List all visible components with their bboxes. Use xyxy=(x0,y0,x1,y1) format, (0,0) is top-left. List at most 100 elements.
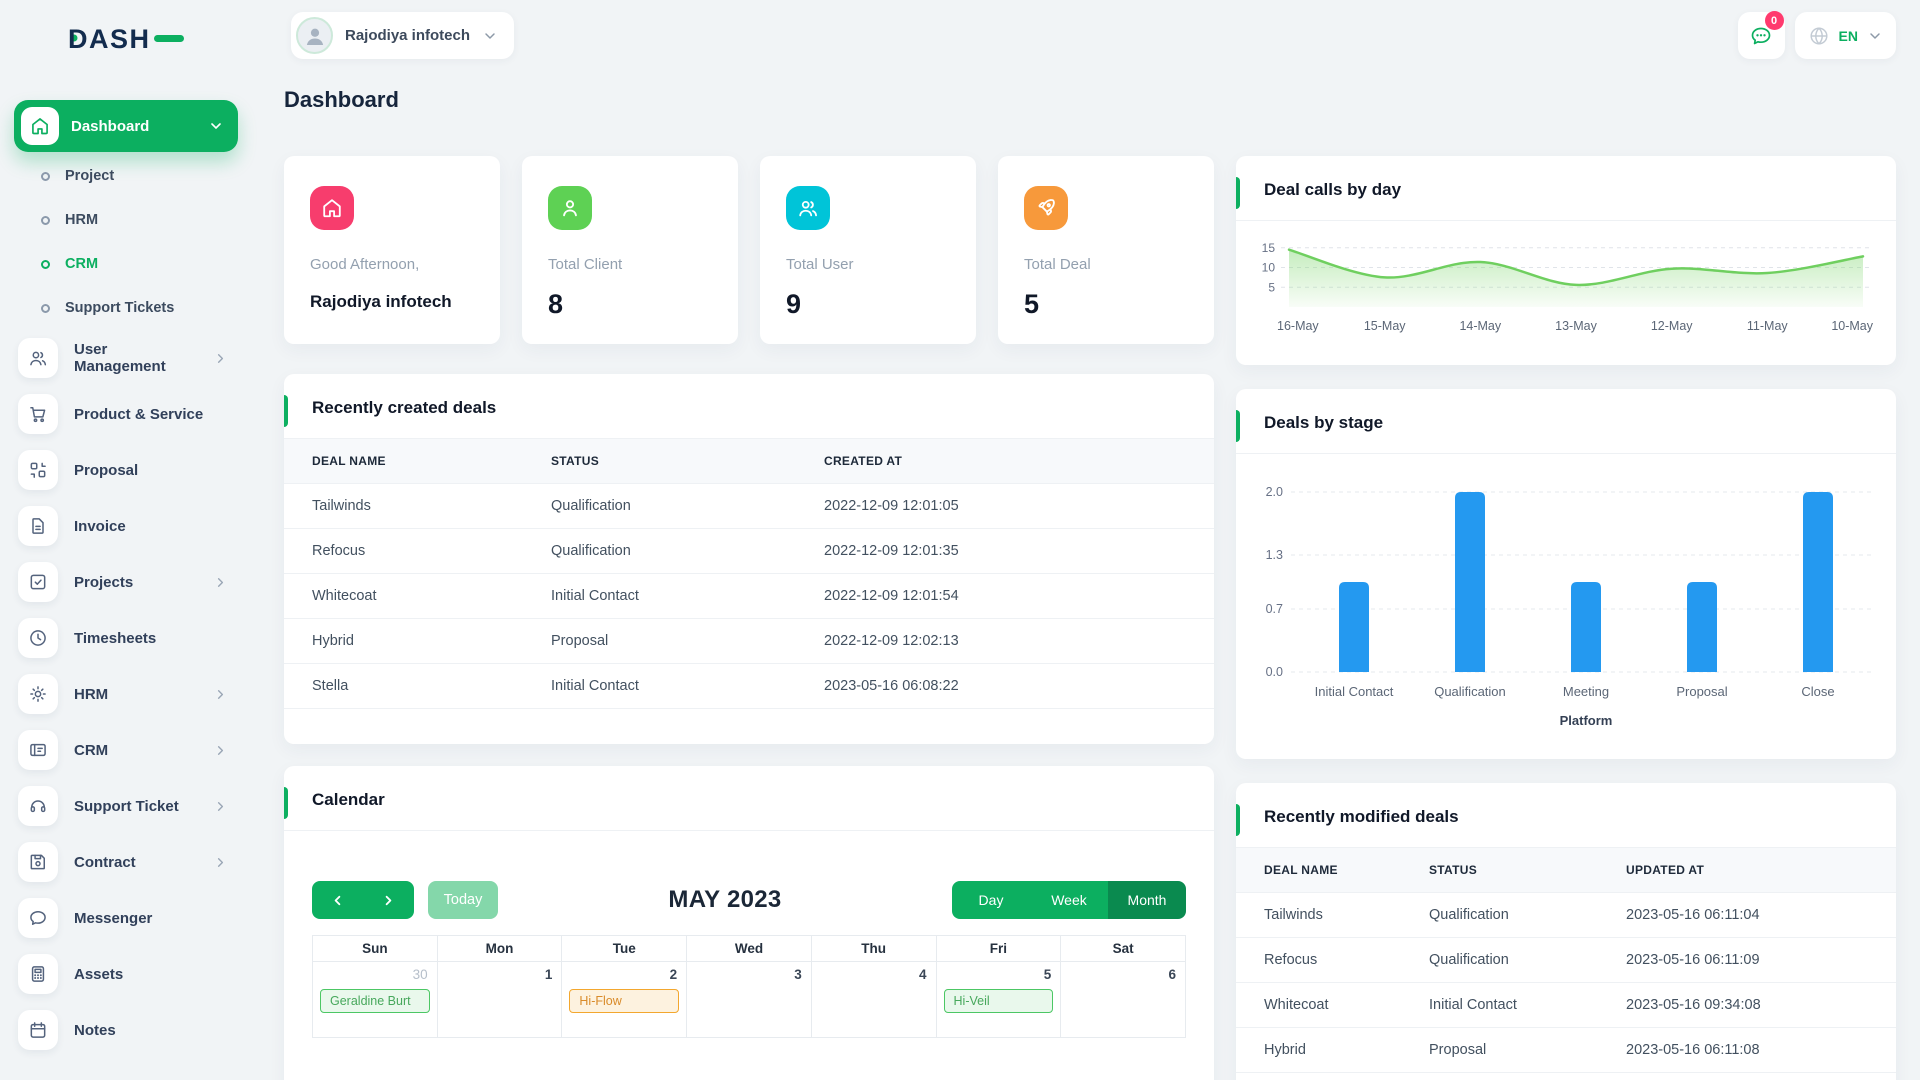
sidebar-item-label: Projects xyxy=(74,573,134,591)
calendar-day-cell[interactable]: 4 xyxy=(810,961,937,1038)
sidebar-subitem-support-tickets[interactable]: Support Tickets xyxy=(0,286,240,330)
table-row: Whitecoat Initial Contact 2022-12-09 12:01… xyxy=(284,573,1214,619)
language-dropdown[interactable]: EN xyxy=(1794,12,1896,59)
table-cell: 2023-05-16 06:11:08 xyxy=(1626,1027,1896,1073)
svg-text:10-May: 10-May xyxy=(1831,319,1873,333)
workspace-dropdown[interactable]: Rajodiya infotech xyxy=(291,12,515,59)
bullet-icon xyxy=(41,259,50,269)
divider xyxy=(1236,220,1896,221)
table-cell: 2023-05-16 09:34:08 xyxy=(1626,982,1896,1028)
calendar-day-cell[interactable]: 3 xyxy=(686,961,812,1038)
home-icon xyxy=(21,107,59,145)
stat-cards-row: Good Afternoon, Rajodiya infotech Total Cl… xyxy=(284,156,1214,344)
sidebar-menu: User Management Product & Service Proposal… xyxy=(0,330,240,1058)
sidebar-item-support-ticket[interactable]: Support Ticket xyxy=(18,778,228,834)
table-row: Refocus Qualification 2023-05-16 06:11:09 xyxy=(1236,937,1896,983)
sidebar-item-hrm[interactable]: HRM xyxy=(18,666,228,722)
top-bar-actions: 0 EN xyxy=(1737,11,1896,59)
sidebar-item-notes[interactable]: Notes xyxy=(18,1002,228,1058)
brand-logo[interactable]: DASH xyxy=(66,22,240,61)
headset-icon xyxy=(18,786,58,826)
calendar-view-day[interactable]: Day xyxy=(952,881,1030,919)
recently-created-deals-card: Recently created deals DEAL NAME STATUS CR… xyxy=(284,374,1214,744)
stat-card-total-deal: Total Deal 5 xyxy=(998,156,1214,344)
table-cell: Tailwinds xyxy=(284,483,551,529)
calendar-view-month[interactable]: Month xyxy=(1108,881,1186,919)
chevron-right-icon xyxy=(381,893,396,908)
sidebar-subitem-crm[interactable]: CRM xyxy=(0,242,240,286)
calendar-event[interactable]: Hi-Veil xyxy=(943,989,1054,1013)
bullet-icon xyxy=(41,215,50,225)
calendar-day-cell[interactable]: 30 Geraldine Burt xyxy=(312,961,438,1038)
sidebar-item-invoice[interactable]: Invoice xyxy=(18,498,228,554)
sidebar-item-assets[interactable]: Assets xyxy=(18,946,228,1002)
calendar-today-button[interactable]: Today xyxy=(428,881,498,919)
sidebar-subitem-project[interactable]: Project xyxy=(0,154,240,198)
card-title: Calendar xyxy=(312,790,385,809)
calendar-nav-group xyxy=(312,881,414,919)
qr-icon xyxy=(18,450,58,490)
calendar-dow-sat: Sat xyxy=(1060,935,1186,962)
table-cell: Whitecoat xyxy=(284,573,551,619)
sidebar-item-label: Proposal xyxy=(74,461,139,479)
sidebar-item-label: Notes xyxy=(74,1021,116,1039)
user-icon xyxy=(548,186,592,230)
sidebar-item-contract[interactable]: Contract xyxy=(18,834,228,890)
sidebar-subitem-hrm[interactable]: HRM xyxy=(0,198,240,242)
table-cell: 2022-12-09 12:02:13 xyxy=(824,618,1214,664)
deals-by-stage-bar-chart: 2.0 1.3 0.7 0.0 Initial Contact Qualification… xyxy=(1266,485,1873,728)
svg-text:1.3: 1.3 xyxy=(1266,548,1283,562)
sidebar-item-proposal[interactable]: Proposal xyxy=(18,442,228,498)
calendar-day-cell[interactable]: 5 Hi-Veil xyxy=(935,961,1062,1038)
sidebar-item-label: Assets xyxy=(74,965,124,983)
stat-card-total-user: Total User 9 xyxy=(760,156,976,344)
stat-card-total-client: Total Client 8 xyxy=(522,156,738,344)
table-cell: 2022-12-09 12:01:35 xyxy=(824,528,1214,574)
table-cell: Qualification xyxy=(551,528,824,574)
calendar-day-cell[interactable]: 6 xyxy=(1060,961,1186,1038)
stat-card-label: Total Client xyxy=(548,256,623,273)
table-cell: Initial Contact xyxy=(1429,982,1626,1028)
calendar-day-cell[interactable]: 2 Hi-Flow xyxy=(561,961,688,1038)
table-cell: 2023-05-16 06:11:09 xyxy=(1626,937,1896,983)
calendar-prev-button[interactable] xyxy=(312,881,363,919)
calendar-day-cell[interactable]: 1 xyxy=(436,961,563,1038)
column-header: UPDATED AT xyxy=(1626,848,1896,893)
rocket-icon xyxy=(1024,186,1068,230)
sidebar-subitem-label: HRM xyxy=(65,212,99,228)
sidebar-item-product-service[interactable]: Product & Service xyxy=(18,386,228,442)
messages-button[interactable]: 0 xyxy=(1737,11,1785,59)
svg-text:Qualification: Qualification xyxy=(1434,684,1506,699)
table-cell: Refocus xyxy=(1236,937,1429,983)
calendar-event[interactable]: Geraldine Burt xyxy=(320,989,430,1013)
svg-text:0.0: 0.0 xyxy=(1266,665,1283,679)
sidebar-item-dashboard[interactable]: Dashboard xyxy=(14,100,238,152)
calendar-icon xyxy=(18,1010,58,1050)
save-icon xyxy=(18,842,58,882)
svg-text:Platform: Platform xyxy=(1560,713,1613,728)
calendar-view-week[interactable]: Week xyxy=(1030,881,1108,919)
table-cell: Proposal xyxy=(551,618,824,664)
file-icon xyxy=(18,506,58,546)
stat-card-good-afternoon: Good Afternoon, Rajodiya infotech xyxy=(284,156,500,344)
sidebar-item-crm[interactable]: CRM xyxy=(18,722,228,778)
table-row: Hybrid Proposal 2022-12-09 12:02:13 xyxy=(284,618,1214,664)
recently-modified-deals-card: Recently modified deals DEAL NAME STATUS U… xyxy=(1236,783,1896,1080)
calendar-event[interactable]: Hi-Flow xyxy=(569,989,680,1013)
stat-card-label: Good Afternoon, xyxy=(310,256,420,273)
bullet-icon xyxy=(41,303,50,313)
column-header: DEAL NAME xyxy=(1236,848,1429,893)
sidebar-item-timesheets[interactable]: Timesheets xyxy=(18,610,228,666)
sidebar-nav: Dashboard Project HRM CRM Support Tickets U… xyxy=(0,100,240,1058)
stat-card-value: 9 xyxy=(786,289,802,319)
chevron-down-icon xyxy=(208,118,224,134)
sidebar-item-user-management[interactable]: User Management xyxy=(18,330,228,386)
calendar-next-button[interactable] xyxy=(363,881,414,919)
chevron-right-icon xyxy=(213,575,228,590)
table-cell: Stella xyxy=(284,663,551,709)
sidebar-item-messenger[interactable]: Messenger xyxy=(18,890,228,946)
sidebar-item-projects[interactable]: Projects xyxy=(18,554,228,610)
svg-text:0.7: 0.7 xyxy=(1266,602,1283,616)
chevron-down-icon xyxy=(482,28,498,44)
sidebar-item-label: Contract xyxy=(74,853,136,871)
